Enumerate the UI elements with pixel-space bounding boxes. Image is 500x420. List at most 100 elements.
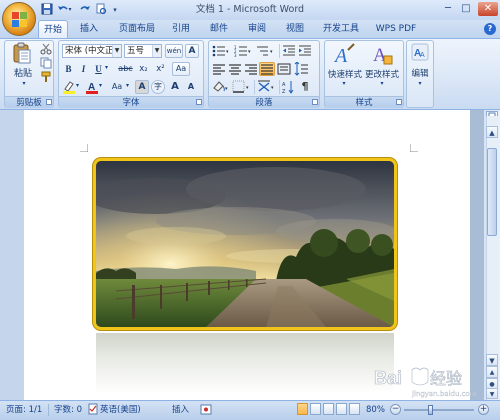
minimize-button[interactable]: ─ <box>440 2 456 16</box>
change-styles-dropdown-icon[interactable]: ▾ <box>378 80 386 87</box>
proofing-icon[interactable] <box>88 403 98 415</box>
zoom-in-icon[interactable]: + <box>478 404 489 415</box>
sort-icon[interactable]: AZ <box>282 80 296 95</box>
quick-styles-dropdown-icon[interactable]: ▾ <box>340 80 348 87</box>
copy-icon[interactable] <box>40 57 52 69</box>
tab-developer[interactable]: 开发工具 <box>318 20 364 38</box>
close-button[interactable]: ✕ <box>478 2 498 16</box>
distributed-icon[interactable] <box>277 62 291 76</box>
char-shading-button[interactable]: A <box>135 80 149 94</box>
format-painter-icon[interactable] <box>40 71 52 83</box>
office-button[interactable] <box>2 2 36 36</box>
paste-button[interactable]: 粘贴 <box>10 66 36 79</box>
tab-insert[interactable]: 插入 <box>74 20 104 38</box>
chevron-down-icon[interactable]: ▼ <box>152 45 161 57</box>
customize-qat-icon[interactable]: ▾ <box>108 3 122 17</box>
page-count[interactable]: 页面: 1/1 <box>6 403 42 417</box>
scroll-thumb[interactable] <box>487 148 497 236</box>
help-icon[interactable]: ? <box>484 23 496 35</box>
show-marks-icon[interactable]: ¶ <box>298 80 312 94</box>
bold-button[interactable]: B <box>62 62 75 76</box>
chevron-down-icon[interactable]: ▼ <box>112 45 121 57</box>
multilevel-list-icon[interactable]: ▾ <box>256 44 276 58</box>
draft-view-button[interactable] <box>349 403 360 415</box>
tab-home[interactable]: 开始 <box>38 20 68 38</box>
zoom-slider[interactable] <box>404 409 474 411</box>
line-spacing-icon[interactable] <box>293 61 311 76</box>
zoom-out-icon[interactable]: − <box>390 404 401 415</box>
borders-icon[interactable]: ▾ <box>232 80 252 94</box>
highlight-icon[interactable] <box>62 80 76 94</box>
cut-icon[interactable] <box>40 43 52 55</box>
web-layout-button[interactable] <box>323 403 334 415</box>
char-border-button[interactable]: A <box>185 44 199 58</box>
italic-button[interactable]: I <box>77 62 90 76</box>
save-icon[interactable] <box>40 3 54 17</box>
shading-icon[interactable]: ▾ <box>212 80 230 94</box>
strikethrough-button[interactable]: abc <box>117 62 134 76</box>
change-styles-button[interactable]: 更改样式 <box>362 68 402 80</box>
clipboard-launcher-icon[interactable] <box>46 99 52 105</box>
tab-references[interactable]: 引用 <box>166 20 196 38</box>
align-center-icon[interactable] <box>228 62 242 76</box>
landscape-picture[interactable] <box>93 158 397 330</box>
decrease-indent-icon[interactable] <box>282 44 296 58</box>
numbering-icon[interactable]: 1 2 3 ▾ <box>234 44 252 58</box>
tab-mailings[interactable]: 邮件 <box>204 20 234 38</box>
grow-font-button[interactable]: A <box>168 80 182 94</box>
zoom-level[interactable]: 80% <box>366 403 385 417</box>
subscript-button[interactable]: x₂ <box>136 62 151 76</box>
increase-indent-icon[interactable] <box>298 44 312 58</box>
justify-icon <box>261 64 273 75</box>
highlight-dropdown-icon[interactable]: ▾ <box>76 82 82 89</box>
styles-launcher-icon[interactable] <box>396 99 402 105</box>
tab-view[interactable]: 视图 <box>280 20 310 38</box>
print-preview-icon[interactable] <box>94 3 108 17</box>
change-case-dropdown-icon[interactable]: ▾ <box>126 82 132 89</box>
font-launcher-icon[interactable] <box>196 99 202 105</box>
language-indicator[interactable]: 英语(美国) <box>100 403 141 417</box>
word-count[interactable]: 字数: 0 <box>54 403 82 417</box>
zoom-slider-thumb[interactable] <box>428 405 433 415</box>
tab-wps-pdf[interactable]: WPS PDF <box>372 20 420 38</box>
enclose-characters-button[interactable]: 字 <box>151 80 165 94</box>
bullets-icon[interactable]: ▾ <box>212 44 230 58</box>
quick-styles-icon[interactable]: A <box>332 42 356 67</box>
editing-button[interactable]: 编辑 <box>406 67 434 79</box>
underline-button[interactable]: U <box>92 62 105 76</box>
underline-dropdown-icon[interactable]: ▾ <box>105 64 111 71</box>
full-screen-reading-button[interactable] <box>310 403 321 415</box>
chinese-layout-icon[interactable]: ▾ <box>257 80 277 94</box>
tab-page-layout[interactable]: 页面布局 <box>114 20 160 38</box>
quick-styles-button[interactable]: 快速样式 <box>326 68 364 80</box>
outline-view-button[interactable] <box>336 403 347 415</box>
font-size-combo[interactable]: 五号 ▼ <box>124 44 162 58</box>
scroll-up-icon[interactable]: ▲ <box>486 126 498 138</box>
editing-dropdown-icon[interactable]: ▾ <box>416 80 424 87</box>
svg-text:▾: ▾ <box>248 49 251 55</box>
paragraph-launcher-icon[interactable] <box>312 99 318 105</box>
justify-button[interactable] <box>259 62 275 76</box>
shrink-font-button[interactable]: A <box>184 80 198 94</box>
align-left-icon[interactable] <box>212 62 226 76</box>
clear-formatting-button[interactable]: Aa <box>172 62 190 76</box>
change-case-button[interactable]: Aa <box>108 80 126 94</box>
maximize-button[interactable]: □ <box>458 2 474 16</box>
print-layout-view-button[interactable] <box>297 403 308 415</box>
font-color-icon[interactable]: A <box>85 80 99 94</box>
phonetic-guide-button[interactable]: wén <box>165 44 183 58</box>
macro-record-icon[interactable] <box>200 404 212 415</box>
paste-icon[interactable] <box>12 42 32 64</box>
change-styles-icon[interactable]: A <box>370 42 394 66</box>
insert-mode[interactable]: 插入 <box>172 403 189 417</box>
undo-dropdown-icon[interactable]: ▾ <box>66 3 74 17</box>
paragraph-group-label: 段落 <box>209 96 319 108</box>
find-icon[interactable]: AA <box>411 43 429 61</box>
superscript-button[interactable]: x² <box>153 62 168 76</box>
font-name-combo[interactable]: 宋体 (中文正) ▼ <box>62 44 122 58</box>
font-color-dropdown-icon[interactable]: ▾ <box>99 82 105 89</box>
paste-dropdown-icon[interactable]: ▾ <box>20 80 28 87</box>
redo-icon[interactable] <box>78 3 92 17</box>
tab-review[interactable]: 审阅 <box>242 20 272 38</box>
align-right-icon[interactable] <box>244 62 258 76</box>
